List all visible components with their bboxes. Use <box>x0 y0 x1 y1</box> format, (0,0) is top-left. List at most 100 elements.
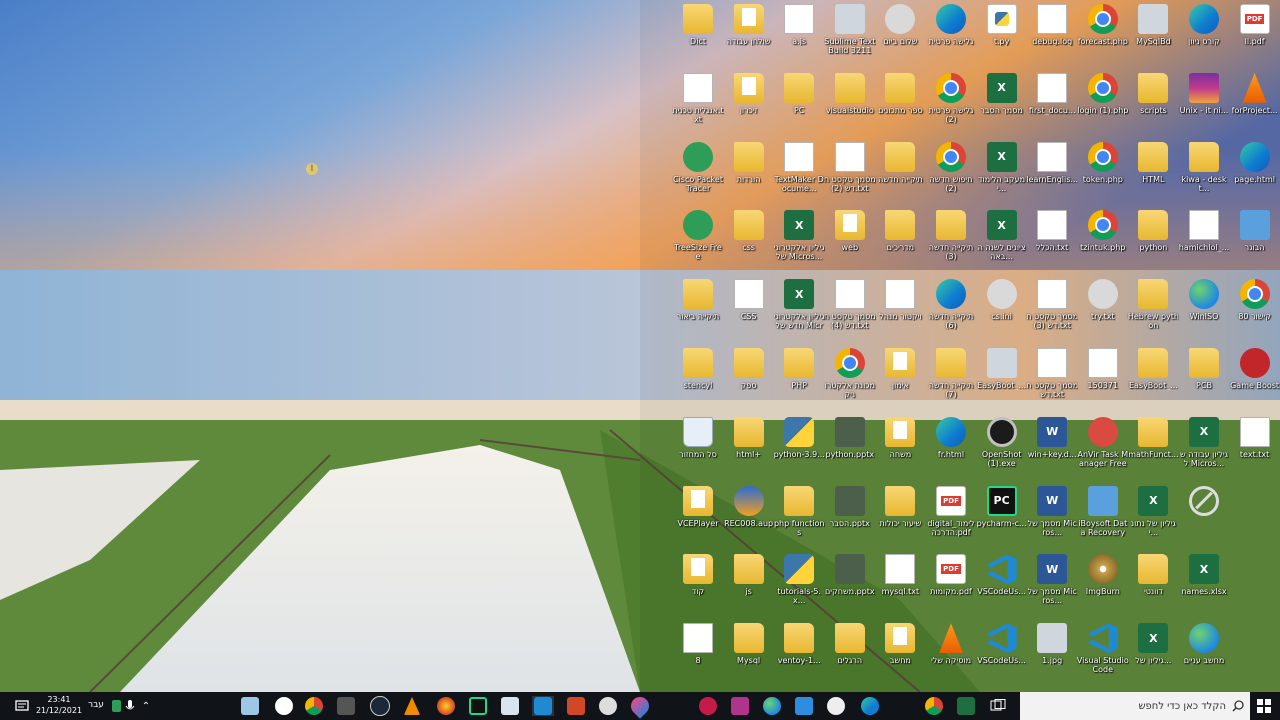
desktop-icon[interactable]: text.txt <box>1229 415 1280 481</box>
desktop-icon[interactable]: X גיליון אלקטרוני חדש של Micros... <box>773 277 825 343</box>
desktop-icon[interactable]: 8 <box>672 621 724 687</box>
desktop-icon[interactable]: web <box>824 208 876 274</box>
desktop-icon[interactable]: try.txt <box>1077 277 1129 343</box>
desktop-icon[interactable]: W מסמך של Micros... <box>1026 484 1078 550</box>
taskbar-app-2[interactable] <box>274 696 294 716</box>
desktop-icon[interactable]: גלישה פרטית (2) <box>925 71 977 137</box>
desktop-icon[interactable]: Dict <box>672 2 724 68</box>
taskbar-app-1[interactable] <box>240 696 260 716</box>
desktop-icon[interactable]: הרגלים <box>824 621 876 687</box>
desktop-icon[interactable]: שיעור יכולות <box>874 484 926 550</box>
desktop-icon[interactable]: Wwin+key.d... <box>1026 415 1078 481</box>
taskbar-app-14[interactable] <box>698 696 718 716</box>
desktop-icon[interactable]: Game Boost <box>1229 346 1280 412</box>
desktop-icon[interactable]: ספק <box>723 346 775 412</box>
desktop-icon[interactable]: Visual Studio Code <box>1077 621 1129 687</box>
taskbar-app-4[interactable] <box>336 696 356 716</box>
desktop-icon[interactable]: מכונת אלקטרוניק <box>824 346 876 412</box>
desktop-icon[interactable]: first_docu... <box>1026 71 1078 137</box>
desktop-icon[interactable]: קישור 80 <box>1229 277 1280 343</box>
desktop-icon[interactable]: VCEPlayer <box>672 484 724 550</box>
desktop-icon[interactable]: VSCodeUs... <box>976 552 1028 618</box>
taskbar-app-19[interactable] <box>860 696 880 716</box>
desktop-icon[interactable]: אימון <box>874 346 926 412</box>
desktop-icon[interactable]: tutorials-5.x... <box>773 552 825 618</box>
desktop-icon[interactable]: js <box>723 552 775 618</box>
desktop-icon[interactable]: PDF digital_לימוד הדרכה.pdf <box>925 484 977 550</box>
desktop-icon[interactable]: Unix - it ni... <box>1178 71 1230 137</box>
language-indicator[interactable]: עבר <box>88 700 104 710</box>
desktop-icon[interactable]: מדריכים <box>874 208 926 274</box>
desktop-icon[interactable]: PCB <box>1178 346 1230 412</box>
desktop-icon[interactable]: תיקייה חדשה <box>874 140 926 206</box>
desktop-icon[interactable]: scripts <box>1127 71 1179 137</box>
taskbar-app-13[interactable] <box>627 693 653 719</box>
desktop-icon[interactable]: W מסמך של Micros... <box>1026 552 1078 618</box>
desktop-icon[interactable]: t.py <box>976 2 1028 68</box>
desktop-icon[interactable]: הכלל.txt <box>1026 208 1078 274</box>
taskbar-app-17[interactable] <box>794 696 814 716</box>
desktop[interactable]: PDF ll.pdf קורס ניוון MySqlBd forecast.php de… <box>0 0 1280 692</box>
taskbar-app-21[interactable] <box>956 696 976 716</box>
desktop-icon[interactable]: html+ <box>723 415 775 481</box>
microphone-icon[interactable] <box>124 696 136 716</box>
desktop-icon[interactable]: debug.log <box>1026 2 1078 68</box>
desktop-icon[interactable]: גלישה פרטית <box>925 2 977 68</box>
desktop-icon[interactable]: משחקים.pptx <box>824 552 876 618</box>
desktop-icon[interactable]: forecast.php <box>1077 2 1129 68</box>
desktop-icon[interactable]: css <box>723 208 775 274</box>
desktop-icon[interactable]: PDF מקומות.pdf <box>925 552 977 618</box>
desktop-icon[interactable]: תיקייה חדשה (7) <box>925 346 977 412</box>
desktop-icon[interactable]: python <box>1127 208 1179 274</box>
desktop-icon[interactable]: mysql.txt <box>874 552 926 618</box>
taskbar-app-5[interactable] <box>370 696 390 716</box>
desktop-icon[interactable]: Sublime Text Build 3211 ... <box>824 2 876 68</box>
taskbar-app-9[interactable] <box>500 696 520 716</box>
desktop-icon[interactable]: הסבר.pptx <box>824 484 876 550</box>
desktop-icon[interactable]: Xnames.xlsx <box>1178 552 1230 618</box>
desktop-icon[interactable]: מסמך טקסט חדש (2).txt <box>824 140 876 206</box>
desktop-icon[interactable]: X מסמך הסבר <box>976 71 1028 137</box>
desktop-icon[interactable]: CSS <box>723 277 775 343</box>
desktop-icon[interactable]: visualstudio <box>824 71 876 137</box>
desktop-icon[interactable]: X גיליון אלקטרוני של Micros... <box>773 208 825 274</box>
desktop-icon[interactable]: PC <box>773 71 825 137</box>
taskbar-app-11[interactable] <box>566 696 586 716</box>
taskbar-app-10[interactable] <box>532 696 554 716</box>
desktop-icon[interactable]: 150371 <box>1077 346 1129 412</box>
desktop-icon[interactable]: PDF ll.pdf <box>1229 2 1280 68</box>
desktop-icon[interactable]: a.js <box>773 2 825 68</box>
desktop-icon[interactable]: TreeSize Free <box>672 208 724 274</box>
desktop-icon[interactable]: מסמך טקסט חדש (3).txt <box>1026 277 1078 343</box>
desktop-icon[interactable]: Hebrew python <box>1127 277 1179 343</box>
desktop-icon[interactable]: forProject... <box>1229 71 1280 137</box>
desktop-icon[interactable] <box>1178 484 1230 550</box>
desktop-icon[interactable]: VSCodeUs... <box>976 621 1028 687</box>
desktop-icon[interactable]: WinISO <box>1178 277 1230 343</box>
desktop-icon[interactable]: קורס ניוון <box>1178 2 1230 68</box>
desktop-icon[interactable]: token.php <box>1077 140 1129 206</box>
green-app-tray-icon[interactable] <box>110 696 122 716</box>
desktop-icon[interactable]: Cisco Packet Tracer <box>672 140 724 206</box>
desktop-icon[interactable]: python-3.9... <box>773 415 825 481</box>
desktop-icon[interactable]: קוד <box>672 552 724 618</box>
task-view-button[interactable] <box>988 696 1008 716</box>
desktop-icon[interactable]: EasyBoot_... <box>1127 346 1179 412</box>
desktop-icon[interactable]: REC008.aup <box>723 484 775 550</box>
desktop-icon[interactable]: HTML <box>1127 140 1179 206</box>
taskbar-app-20[interactable] <box>924 696 944 716</box>
desktop-icon[interactable]: MySqlBd <box>1127 2 1179 68</box>
notification-icon[interactable] <box>12 696 32 716</box>
desktop-icon[interactable]: X גיליון של... <box>1127 621 1179 687</box>
chevron-up-icon[interactable]: ⌃ <box>140 696 152 716</box>
taskbar-app-12[interactable] <box>598 696 618 716</box>
taskbar-app-15[interactable] <box>730 696 750 716</box>
desktop-icon[interactable]: מוסיקה שלי <box>925 621 977 687</box>
desktop-icon[interactable]: שלום ביום <box>874 2 926 68</box>
desktop-icon[interactable]: דוונטי <box>1127 552 1179 618</box>
desktop-icon[interactable]: fr.html <box>925 415 977 481</box>
desktop-icon[interactable]: ויקטור מנהל <box>874 277 926 343</box>
desktop-icon[interactable]: מחשב <box>874 621 926 687</box>
desktop-icon[interactable]: EasyBoot_... <box>976 346 1028 412</box>
desktop-icon[interactable]: kiwa - deskt... <box>1178 140 1230 206</box>
